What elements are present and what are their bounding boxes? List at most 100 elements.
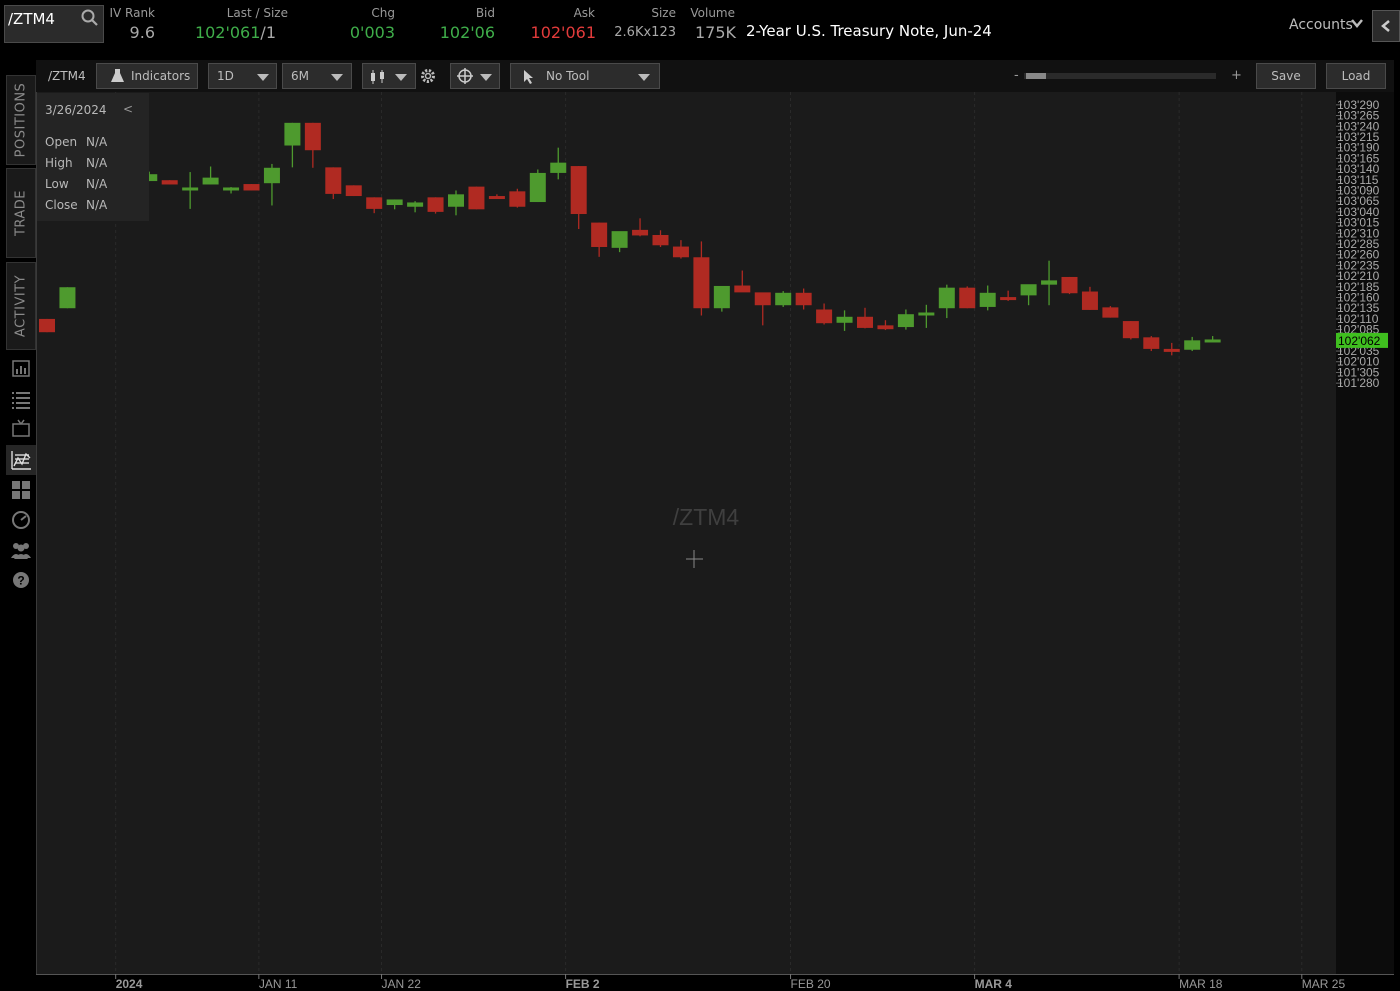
candle[interactable] [1020,284,1037,306]
candle[interactable] [39,318,55,333]
candle-body [816,309,833,324]
candle[interactable] [1204,336,1221,343]
candle[interactable] [591,222,608,257]
candle[interactable] [672,240,689,259]
candle-body [857,316,873,328]
candle-body [202,177,219,185]
candle[interactable] [1184,336,1201,352]
candle-body [959,287,976,309]
candle-body [468,186,485,210]
candle-body [979,292,996,307]
candle[interactable] [938,284,955,319]
info-close-value: N/A [86,198,108,212]
x-tick-label: FEB 2 [566,977,600,990]
candle[interactable] [652,230,669,247]
candle-body [345,185,362,197]
candle[interactable] [509,188,526,208]
info-high-label: High [45,156,73,170]
candle-body [304,122,321,151]
candle[interactable] [407,201,424,213]
candle-body [1204,339,1221,343]
candle-body [1102,307,1119,318]
x-tick-label: JAN 22 [382,977,422,990]
candle-body [161,180,178,185]
candle-body [243,184,260,191]
x-tick-label: MAR 25 [1302,977,1346,990]
candle-body [366,197,383,209]
candle[interactable] [816,303,833,325]
candle[interactable] [59,287,76,309]
candle-body [1041,280,1058,285]
candle[interactable] [1163,342,1180,356]
candle[interactable] [979,285,996,311]
candle-body [877,325,894,330]
candle-body [386,199,403,206]
candle[interactable] [468,186,485,210]
candle[interactable] [611,231,628,253]
candle[interactable] [1122,321,1139,340]
candle[interactable] [795,288,812,310]
candle[interactable] [448,190,464,216]
candle-body [529,172,546,203]
candle-body [550,162,567,173]
candle[interactable] [284,122,301,168]
last-price-label: 102'062 [1338,334,1381,348]
candle-body [407,202,424,207]
candle[interactable] [877,320,894,331]
candle[interactable] [836,310,853,331]
candle-body [754,292,771,306]
candle[interactable] [366,197,383,214]
candle[interactable] [1041,260,1058,306]
candle[interactable] [570,166,587,230]
candle[interactable] [345,185,362,197]
candle-body [59,287,76,309]
candle[interactable] [1081,286,1098,310]
x-tick-label: MAR 4 [975,977,1013,990]
candle[interactable] [897,309,914,330]
candle-body [1163,348,1180,352]
candle-body [448,194,464,207]
candle[interactable] [632,218,649,237]
candle[interactable] [161,180,178,185]
candle[interactable] [857,307,873,329]
candle[interactable] [243,184,260,191]
candle[interactable] [550,147,567,180]
candle[interactable] [918,304,935,328]
info-collapse-button[interactable]: < [123,102,133,116]
candle[interactable] [1102,306,1119,318]
candle[interactable] [223,187,240,194]
candle-body [938,287,955,309]
candle[interactable] [263,163,280,206]
candle-body [427,197,444,212]
candle[interactable] [529,169,546,203]
candle[interactable] [304,122,321,168]
candle[interactable] [1061,276,1078,295]
candle-body [693,257,710,309]
info-low-label: Low [45,177,69,191]
candle-body [1061,276,1078,294]
candle-body [325,167,342,194]
x-tick-label: FEB 20 [791,977,831,990]
candle[interactable] [182,172,199,209]
candle-body [1122,321,1139,339]
candle[interactable] [325,167,342,200]
candle-body [1000,297,1017,301]
info-close-label: Close [45,198,78,212]
price-chart[interactable]: /ZTM4 103'290103'265103'240103'215103'19… [0,0,1400,990]
candle-body [570,166,587,215]
candle[interactable] [959,286,976,309]
candle[interactable] [427,197,444,214]
candle[interactable] [1000,290,1017,301]
candle[interactable] [488,194,505,200]
candle[interactable] [202,166,219,185]
candle[interactable] [775,291,792,307]
candle[interactable] [1143,336,1160,352]
candle[interactable] [754,292,771,326]
candle[interactable] [713,285,730,312]
info-open-value: N/A [86,135,108,149]
candle-body [39,318,55,333]
candle[interactable] [386,199,403,210]
candle-body [591,222,608,247]
candle[interactable] [734,270,751,293]
candle[interactable] [693,241,710,316]
